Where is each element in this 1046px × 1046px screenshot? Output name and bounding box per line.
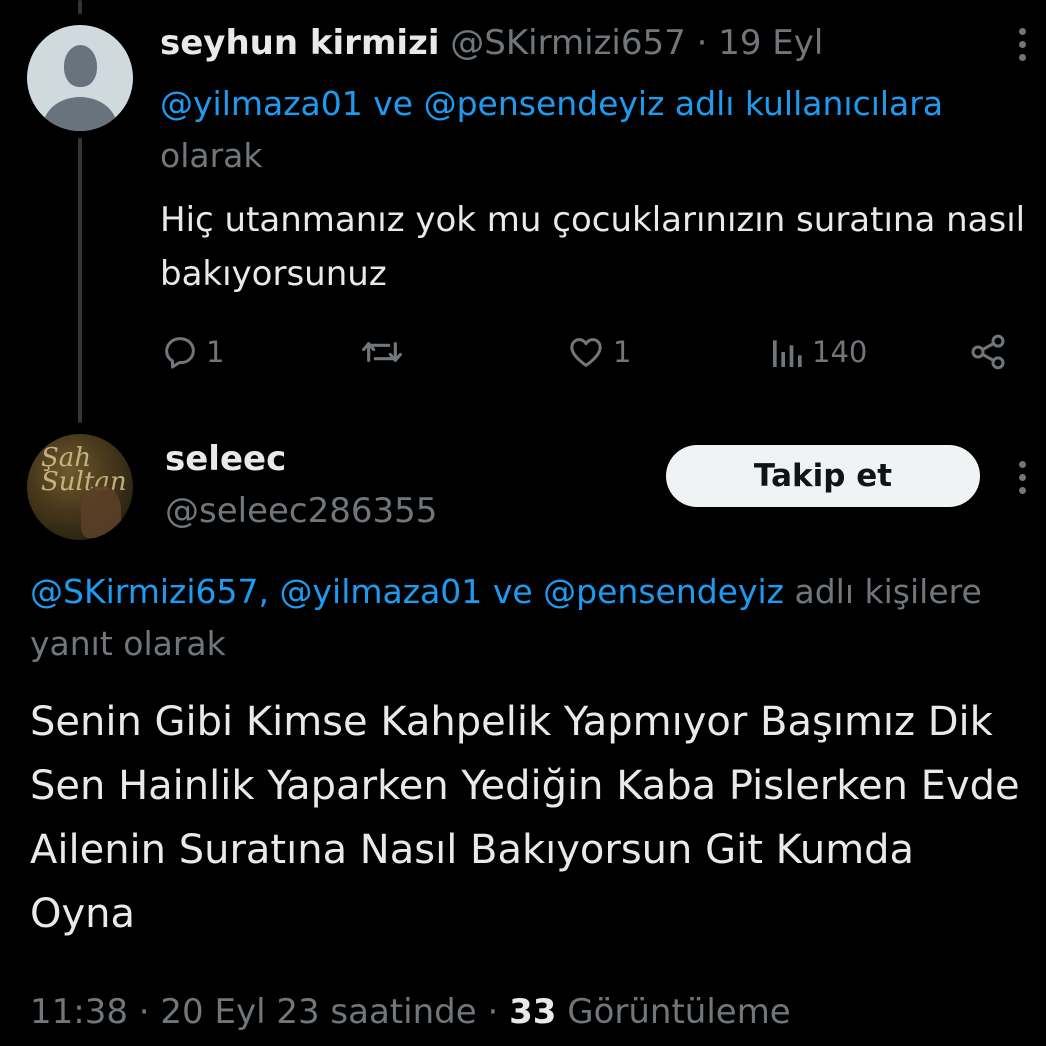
more-icon[interactable] <box>1018 461 1026 494</box>
more-icon[interactable] <box>1018 28 1026 61</box>
tweet1-action-bar: 1 1 140 <box>160 325 1020 379</box>
avatar-figure <box>81 486 121 538</box>
tweet2-handle[interactable]: @seleec286355 <box>165 486 437 536</box>
mention-conjunction: ve <box>492 572 533 611</box>
view-count: 140 <box>812 335 868 369</box>
reply-icon <box>165 337 195 369</box>
thread-line-top <box>78 0 82 14</box>
avatar-seleec[interactable]: Şah Sultan <box>27 434 133 540</box>
avatar-seyhun[interactable] <box>27 25 133 131</box>
tweet1-display-name[interactable]: seyhun kirmizi <box>160 23 439 63</box>
tweet2-views-label[interactable]: Görüntüleme <box>567 992 791 1032</box>
default-avatar-body <box>43 97 117 131</box>
tweet2-views-count: 33 <box>509 992 557 1032</box>
tweet2-meta: 11:38 · 20 Eyl 23 saatinde · 33 Görüntül… <box>30 985 791 1039</box>
thread-line <box>78 138 82 423</box>
retweet-icon <box>362 342 402 362</box>
views-button[interactable]: 140 <box>770 325 867 379</box>
tweet1-date[interactable]: 19 Eyl <box>718 23 823 63</box>
share-icon <box>971 334 1005 370</box>
tweet2-body: Senin Gibi Kimse Kahpelik Yapmıyor Başım… <box>30 699 1020 937</box>
tweet2-display-name[interactable]: seleec <box>165 434 286 484</box>
tweet1-reply-context-suffix: olarak <box>160 136 263 175</box>
like-icon <box>570 338 602 367</box>
like-count: 1 <box>613 335 632 369</box>
tweet1-reply-context[interactable]: @yilmaza01 ve @pensendeyiz adlı kullanıc… <box>160 80 943 128</box>
like-button[interactable]: 1 <box>565 325 631 379</box>
tweet1-author-line: seyhun kirmizi @SKirmizi657 · 19 Eyl <box>160 20 823 66</box>
reply-context-suffix-a: adlı <box>794 572 855 611</box>
mention-yilmaza[interactable]: @yilmaza01 <box>280 572 483 611</box>
retweet-button[interactable] <box>360 325 404 379</box>
tweet2-date[interactable]: 20 Eyl 23 saatinde <box>160 992 476 1032</box>
reply-count: 1 <box>206 335 225 369</box>
mention-pensendeyiz[interactable]: @pensendeyiz <box>543 572 784 611</box>
meta-separator: · <box>487 992 499 1032</box>
tweet1-separator: · <box>696 23 708 63</box>
share-button[interactable] <box>968 325 1008 379</box>
tweet2-reply-context: @SKirmizi657, @yilmaza01 ve @pensendeyiz… <box>30 566 1030 670</box>
tweet2-time[interactable]: 11:38 <box>30 992 128 1032</box>
tweet1-body: Hiç utanmanız yok mu çocuklarınızın sura… <box>160 200 1026 294</box>
meta-separator: · <box>138 992 150 1032</box>
default-avatar-head <box>64 45 97 87</box>
views-icon <box>773 340 802 367</box>
avatar-poster-text: Şah Sultan <box>41 443 127 497</box>
reply-button[interactable]: 1 <box>160 325 224 379</box>
mention-skirmizi[interactable]: @SKirmizi657, <box>30 572 269 611</box>
tweet1-handle[interactable]: @SKirmizi657 <box>450 23 685 63</box>
follow-button[interactable]: Takip et <box>666 445 980 507</box>
